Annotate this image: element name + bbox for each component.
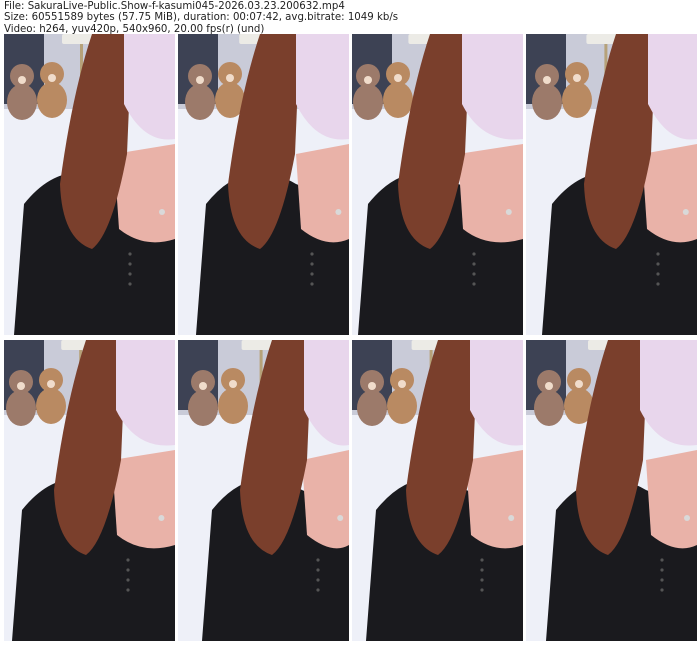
neck-skin — [296, 144, 349, 243]
necklace-pendant — [508, 515, 515, 521]
thumbnail-6 — [178, 340, 349, 641]
file-size-line: Size: 60551589 bytes (57.75 MiB), durati… — [4, 12, 399, 24]
plush-bear-muzzle — [368, 382, 376, 390]
plush-bear-muzzle — [575, 380, 583, 388]
necklace-pendant — [335, 209, 342, 215]
thumbnail-8 — [526, 340, 697, 641]
frame-image — [526, 340, 697, 641]
shirt-button — [310, 282, 314, 286]
plush-bear-muzzle — [543, 76, 551, 84]
plush-bear-muzzle — [573, 74, 581, 82]
shirt-button — [126, 578, 130, 582]
plush-bear-body — [357, 390, 387, 426]
frame-image — [178, 340, 349, 641]
shirt-button — [660, 588, 664, 592]
shirt-button — [316, 558, 320, 562]
plush-bear-muzzle — [199, 382, 207, 390]
plush-bear-body — [387, 388, 417, 424]
plush-bear-muzzle — [229, 380, 237, 388]
plush-bear-body — [532, 84, 562, 120]
plush-bear-body — [6, 390, 36, 426]
shirt-button — [660, 578, 664, 582]
plush-bear-body — [188, 390, 218, 426]
shirt-button — [660, 568, 664, 572]
plush-bear-muzzle — [545, 382, 553, 390]
thumbnail-2 — [178, 34, 349, 335]
plush-bear-body — [562, 82, 592, 118]
plush-bear-body — [353, 84, 383, 120]
necklace-pendant — [684, 515, 690, 521]
plush-bear-body — [534, 390, 564, 426]
plush-bear-body — [7, 84, 37, 120]
shirt-button — [660, 558, 664, 562]
necklace-pendant — [158, 515, 165, 521]
plush-bear-muzzle — [226, 74, 234, 82]
shirt-button — [472, 252, 476, 256]
shirt-button — [480, 568, 484, 572]
necklace-pendant — [159, 209, 165, 215]
neck-skin — [302, 450, 349, 549]
neck-skin — [642, 144, 697, 243]
plush-bear-muzzle — [394, 74, 402, 82]
thumbnail-1 — [4, 34, 175, 335]
frame-image — [526, 34, 697, 335]
shirt-button — [472, 262, 476, 266]
plush-bear-muzzle — [196, 76, 204, 84]
shirt-button — [316, 568, 320, 572]
neck-skin — [466, 450, 523, 549]
plush-bear-muzzle — [17, 382, 25, 390]
thumbnail-4 — [526, 34, 697, 335]
plush-bear-body — [36, 388, 66, 424]
file-name-line: File: SakuraLive-Public.Show-f-kasumi045… — [4, 1, 345, 12]
shirt-button — [656, 282, 660, 286]
frame-image — [352, 340, 523, 641]
shirt-button — [310, 262, 314, 266]
frame-image — [352, 34, 523, 335]
shirt-button — [480, 558, 484, 562]
shirt-button — [656, 272, 660, 276]
necklace-pendant — [337, 515, 344, 521]
plush-bear-muzzle — [364, 76, 372, 84]
shirt-button — [310, 252, 314, 256]
frame-image — [4, 340, 175, 641]
shirt-button — [316, 578, 320, 582]
frame-image — [178, 34, 349, 335]
necklace-pendant — [682, 209, 689, 215]
plush-bear-body — [218, 388, 248, 424]
shirt-button — [128, 262, 132, 266]
shirt-button — [656, 262, 660, 266]
neck-skin — [458, 144, 523, 243]
frame-image — [4, 34, 175, 335]
shirt-button — [656, 252, 660, 256]
shirt-button — [316, 588, 320, 592]
thumbnail-7 — [352, 340, 523, 641]
shirt-button — [128, 272, 132, 276]
plush-bear-muzzle — [48, 74, 56, 82]
shirt-button — [480, 588, 484, 592]
file-info-header: File: SakuraLive-Public.Show-f-kasumi045… — [4, 1, 398, 35]
shirt-button — [472, 272, 476, 276]
shirt-button — [128, 252, 132, 256]
plush-bear-body — [185, 84, 215, 120]
necklace-pendant — [505, 209, 512, 215]
shirt-button — [126, 558, 130, 562]
neck-skin — [646, 450, 697, 549]
shirt-button — [310, 272, 314, 276]
plush-bear-body — [37, 82, 67, 118]
plush-bear-muzzle — [47, 380, 55, 388]
shirt-button — [480, 578, 484, 582]
plush-bear-muzzle — [398, 380, 406, 388]
shirt-button — [472, 282, 476, 286]
thumbnail-3 — [352, 34, 523, 335]
thumbnail-5 — [4, 340, 175, 641]
shirt-button — [128, 282, 132, 286]
shirt-button — [126, 588, 130, 592]
neck-skin — [112, 450, 175, 549]
shirt-button — [126, 568, 130, 572]
plush-bear-body — [383, 82, 413, 118]
plush-bear-muzzle — [18, 76, 26, 84]
